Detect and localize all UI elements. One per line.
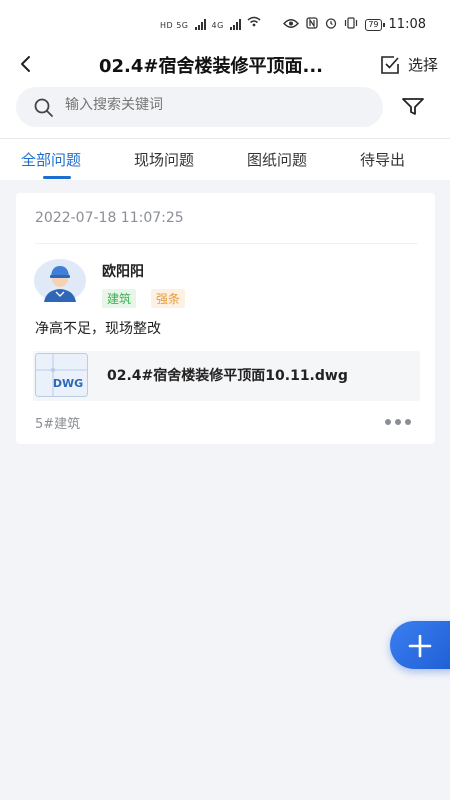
tab-indicator [43,176,71,179]
filter-icon[interactable] [401,96,425,116]
signal-bars-icon-2 [229,19,241,30]
file-name: 02.4#宿舍楼装修平顶面10.11.dwg [107,368,348,384]
search-bar[interactable] [16,87,383,127]
select-label: 选择 [407,56,438,74]
chevron-left-icon [21,56,30,72]
avatar [34,259,87,302]
dwg-file-icon: DWG [35,353,88,397]
signal-bars-icon [194,19,206,30]
plus-icon [408,634,432,658]
more-icon[interactable] [385,419,411,425]
tag-mandatory: 强条 [151,289,186,308]
select-button[interactable]: 选择 [380,54,438,75]
attachment-file[interactable]: DWG 02.4#宿舍楼装修平顶面10.11.dwg [33,351,420,401]
add-issue-button[interactable] [390,621,450,669]
search-input[interactable] [65,97,365,113]
tab-pending-export[interactable]: 待导出 [360,149,405,170]
checkbox-edit-icon [381,55,399,74]
tab-site-issues[interactable]: 现场问题 [134,149,194,170]
tab-drawing-issues[interactable]: 图纸问题 [247,149,307,170]
alarm-icon [325,17,337,32]
issue-date: 2022-07-18 11:07:25 [35,210,184,226]
signal-indicators: HD 5G 4G [160,16,261,30]
network-left-label: HD 5G [160,21,189,30]
tag-building: 建筑 [102,289,137,308]
back-button[interactable] [16,52,36,76]
header-divider [0,138,450,139]
header: 02.4#宿舍楼装修平顶面... 选择 [0,46,450,84]
dwg-label: DWG [53,377,83,390]
battery-icon: 79 [365,18,385,31]
nfc-icon [306,17,318,32]
vibrate-icon [344,17,358,32]
eye-icon [283,18,300,32]
tab-all-issues[interactable]: 全部问题 [21,149,81,170]
wifi-icon [247,16,261,30]
status-time: 11:08 [388,17,426,32]
card-divider [35,243,418,244]
issue-location: 5#建筑 [35,417,81,432]
author-name: 欧阳阳 [102,264,144,280]
network-right-label: 4G [211,21,224,30]
tab-bar: 全部问题 现场问题 图纸问题 待导出 [0,147,450,180]
status-bar: HD 5G 4G 79 11:08 [0,0,450,46]
page-title: 02.4#宿舍楼装修平顶面... [99,56,324,77]
search-icon [34,98,53,117]
issue-card[interactable]: 2022-07-18 11:07:25 欧阳阳 建筑 强条 净高不足，现场整改 … [16,193,435,444]
issue-description: 净高不足，现场整改 [35,321,161,337]
